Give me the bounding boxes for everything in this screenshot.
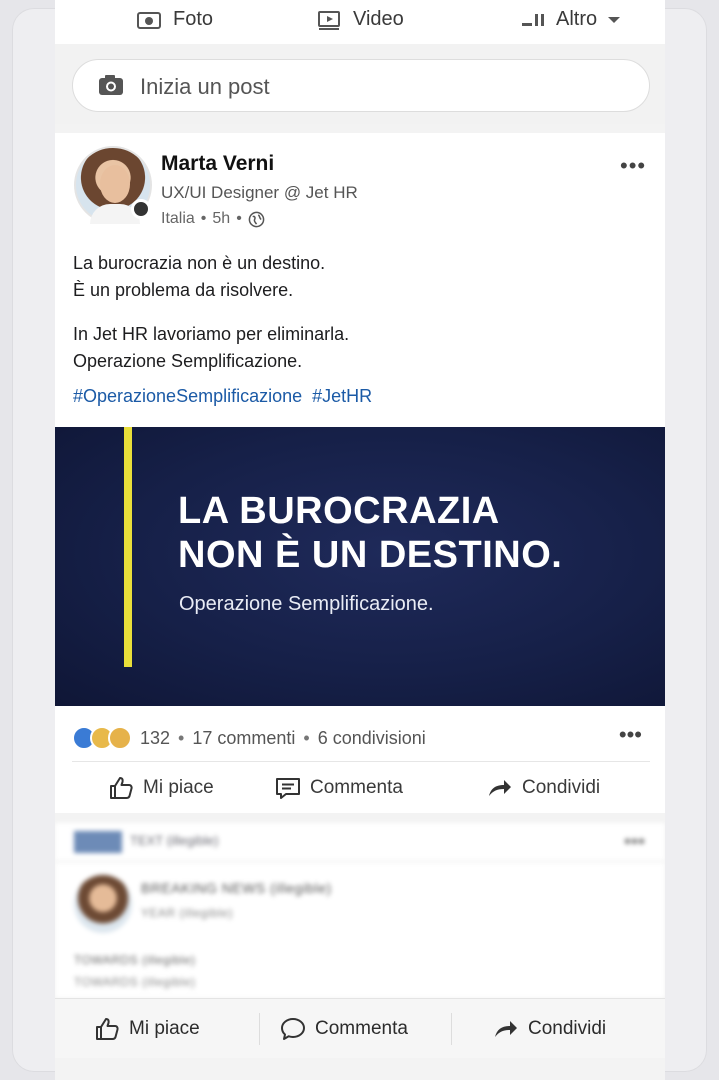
divider bbox=[451, 1013, 452, 1045]
stats-separator: • bbox=[178, 727, 185, 748]
stats-separator: • bbox=[303, 727, 310, 748]
next-post-line: TOWARDS (illegible) bbox=[74, 953, 196, 967]
insightful-reaction-icon bbox=[108, 726, 132, 750]
comment-button[interactable]: Commenta bbox=[279, 1015, 408, 1043]
like-label: Mi piace bbox=[143, 777, 214, 798]
composer-actions-row: Foto Video Altro bbox=[55, 0, 665, 44]
next-post-line: TOWARDS (illegible) bbox=[74, 975, 196, 989]
banner-subtitle: Operazione Semplificazione. bbox=[179, 593, 434, 615]
next-post-menu-icon[interactable]: ••• bbox=[624, 831, 645, 854]
presence-dot-icon bbox=[131, 199, 151, 219]
globe-icon bbox=[248, 211, 265, 227]
like-label: Mi piace bbox=[129, 1018, 200, 1039]
post-text-line: Operazione Semplificazione. bbox=[73, 351, 303, 371]
thumbs-up-icon bbox=[96, 1018, 119, 1040]
share-count[interactable]: 6 condivisioni bbox=[318, 728, 426, 749]
more-label: Altro bbox=[556, 8, 598, 30]
post-menu-icon[interactable]: ••• bbox=[620, 153, 646, 179]
camera-icon bbox=[99, 75, 123, 95]
next-post-card: TEXT (illegible) ••• BREAKING NEWS (ille… bbox=[55, 823, 665, 998]
meta-separator: • bbox=[200, 210, 207, 227]
next-post-line: BREAKING NEWS (illegible) bbox=[141, 880, 332, 896]
hashtags: #OperazioneSemplificazione #JetHR bbox=[73, 386, 372, 407]
engagement-stats: 132 • 17 commenti • 6 condivisioni bbox=[140, 728, 426, 749]
chevron-down-icon bbox=[608, 16, 621, 23]
photo-action[interactable]: Foto bbox=[137, 8, 213, 31]
banner-headline-line: LA BUROCRAZIA bbox=[178, 490, 500, 532]
hashtag-link[interactable]: #JetHR bbox=[312, 386, 372, 407]
divider bbox=[259, 1013, 260, 1045]
engagement-more-icon[interactable]: ••• bbox=[619, 722, 642, 748]
comment-label: Commenta bbox=[315, 1018, 408, 1039]
reaction-count[interactable]: 132 bbox=[140, 728, 170, 749]
post-text-line: È un problema da risolvere. bbox=[73, 280, 294, 300]
video-action[interactable]: Video bbox=[317, 8, 404, 31]
share-label: Condividi bbox=[522, 777, 601, 798]
share-arrow-icon bbox=[495, 1021, 517, 1037]
video-label: Video bbox=[353, 8, 404, 30]
more-options-icon bbox=[522, 13, 544, 26]
meta-separator: • bbox=[236, 210, 242, 227]
next-post-header: TEXT (illegible) bbox=[74, 831, 314, 853]
author-headline: UX/UI Designer @ Jet HR bbox=[161, 183, 358, 202]
thumbs-up-icon bbox=[110, 777, 133, 799]
next-post-line: YEAR (illegible) bbox=[141, 906, 234, 920]
start-post-placeholder: Inizia un post bbox=[140, 74, 270, 99]
like-button[interactable]: Mi piace bbox=[93, 1015, 200, 1043]
more-action[interactable]: Altro bbox=[520, 8, 621, 31]
share-arrow-icon bbox=[489, 780, 511, 796]
post-composer: Inizia un post bbox=[55, 44, 665, 124]
comment-count[interactable]: 17 commenti bbox=[192, 728, 295, 749]
post-time: 5h bbox=[212, 210, 231, 227]
post-location: Italia bbox=[161, 210, 195, 227]
next-post-header-text: TEXT (illegible) bbox=[130, 833, 219, 848]
post-card: Marta Verni UX/UI Designer @ Jet HR Ital… bbox=[55, 133, 665, 813]
photo-icon bbox=[137, 11, 161, 29]
comment-button[interactable]: Commenta bbox=[274, 774, 403, 802]
share-button[interactable]: Condividi bbox=[492, 1015, 606, 1043]
comment-icon bbox=[276, 778, 300, 799]
photo-label: Foto bbox=[173, 8, 214, 30]
like-button[interactable]: Mi piace bbox=[107, 774, 214, 802]
start-post-input[interactable]: Inizia un post bbox=[72, 59, 650, 112]
post-body: La burocrazia non è un destino. È un pro… bbox=[73, 250, 643, 392]
feed-screen: Foto Video Altro Inizia un post Marta Ve… bbox=[55, 0, 665, 1080]
next-post-actions: Mi piace Commenta Condividi bbox=[55, 998, 665, 1058]
divider bbox=[72, 761, 650, 762]
post-text-line: La burocrazia non è un destino. bbox=[73, 253, 326, 273]
banner-headline: LA BUROCRAZIA NON È UN DESTINO. bbox=[178, 489, 562, 577]
hashtag-link[interactable]: #OperazioneSemplificazione bbox=[73, 386, 302, 407]
post-meta: Italia • 5h • bbox=[161, 210, 265, 228]
banner-headline-line: NON È UN DESTINO. bbox=[178, 534, 563, 576]
author-name[interactable]: Marta Verni bbox=[161, 152, 274, 176]
divider bbox=[55, 861, 665, 862]
post-text-line: In Jet HR lavoriamo per eliminarla. bbox=[73, 324, 350, 344]
post-image[interactable]: LA BUROCRAZIA NON È UN DESTINO. Operazio… bbox=[55, 427, 665, 706]
share-label: Condividi bbox=[528, 1018, 607, 1039]
reaction-icons[interactable] bbox=[72, 726, 132, 750]
comment-icon bbox=[281, 1018, 305, 1040]
comment-label: Commenta bbox=[310, 777, 403, 798]
engagement-row: 132 • 17 commenti • 6 condivisioni ••• bbox=[72, 722, 650, 754]
accent-bar bbox=[124, 427, 132, 667]
next-post-thumbnail bbox=[74, 831, 122, 853]
share-button[interactable]: Condividi bbox=[486, 774, 600, 802]
video-icon bbox=[318, 10, 340, 30]
avatar[interactable] bbox=[74, 875, 132, 933]
post-actions: Mi piace Commenta Condividi bbox=[55, 771, 665, 807]
